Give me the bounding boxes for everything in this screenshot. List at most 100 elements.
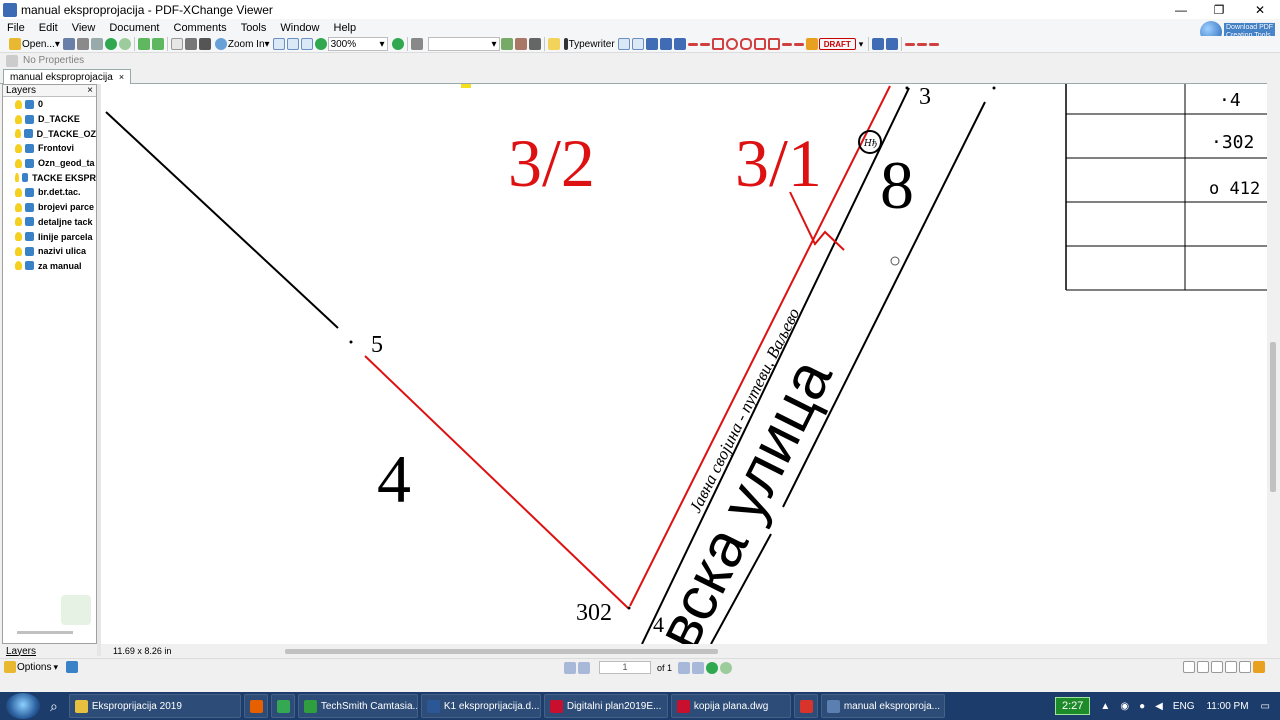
layers-scrollbar[interactable] [17, 631, 73, 634]
menu-window[interactable]: Window [273, 22, 326, 34]
tab-close-icon[interactable]: × [119, 72, 124, 82]
menu-edit[interactable]: Edit [32, 22, 65, 34]
continuous-icon[interactable] [1197, 661, 1209, 673]
rotate-right-icon[interactable] [151, 38, 164, 50]
customize-icon[interactable] [1253, 661, 1265, 673]
lightbulb-icon[interactable] [15, 114, 22, 124]
network-icon[interactable]: ◉ [1120, 701, 1129, 712]
options-button[interactable]: Options [17, 662, 51, 673]
lightbulb-icon[interactable] [15, 143, 22, 153]
zoom-select[interactable]: 300% ▾ [327, 37, 388, 51]
find-next-icon[interactable] [500, 38, 513, 50]
hand-tool-icon[interactable] [170, 38, 183, 50]
eraser-tool-icon[interactable] [793, 42, 804, 46]
note-icon[interactable] [547, 38, 560, 50]
textbox-icon[interactable] [617, 38, 630, 50]
layer-item[interactable]: brojevi parce [3, 200, 96, 215]
horizontal-scroll-thumb[interactable] [285, 649, 718, 654]
previous-page-icon[interactable] [578, 661, 590, 674]
nav-back-icon[interactable] [706, 661, 719, 674]
notifications-icon[interactable]: ▭ [1261, 701, 1270, 712]
rotate-left-icon[interactable] [137, 38, 150, 50]
taskbar-item[interactable] [270, 694, 295, 718]
polyline-tool-icon[interactable] [767, 38, 780, 50]
layer-item[interactable]: D_TACKE_OZ [3, 126, 96, 141]
lightbulb-icon[interactable] [15, 187, 22, 197]
zoom-in-button[interactable]: Zoom In ▾ [212, 36, 272, 52]
lightbulb-icon[interactable] [15, 261, 22, 271]
chevron-down-icon[interactable]: ▾ [53, 662, 58, 673]
document-canvas[interactable]: ·4 ·302 ο 412 Нђ 3/2 3/1 4 8 5 302 4 3 Ј… [101, 84, 1267, 644]
distance-icon[interactable] [905, 42, 916, 46]
microphone-icon[interactable]: ● [1139, 701, 1145, 712]
vertical-scrollbar[interactable] [1267, 70, 1280, 658]
lightbulb-icon[interactable] [15, 173, 20, 183]
taskbar-item[interactable]: K1 eksproprijacija.d... [420, 694, 541, 718]
clock[interactable]: 11:00 PM [1206, 701, 1248, 712]
page-number-input[interactable]: 1 [599, 661, 651, 674]
perimeter-icon[interactable] [917, 42, 928, 46]
layer-item[interactable]: linije parcela [3, 229, 96, 244]
close-button[interactable]: ✕ [1240, 0, 1280, 19]
rectangle-tool-icon[interactable] [711, 38, 724, 50]
taskbar-item[interactable]: TechSmith Camtasia... [297, 694, 418, 718]
menu-document[interactable]: Document [102, 22, 166, 34]
search-icon[interactable]: ⌕ [50, 698, 58, 715]
single-page-icon[interactable] [1183, 661, 1195, 673]
forward-icon[interactable] [118, 38, 131, 50]
stamp-tool-icon[interactable] [528, 38, 541, 50]
continuous-facing-icon[interactable] [1225, 661, 1237, 673]
text-format-3-icon[interactable] [673, 38, 686, 50]
menu-view[interactable]: View [65, 22, 103, 34]
open-button[interactable]: Open... ▾ [6, 36, 62, 52]
menu-file[interactable]: File [0, 22, 32, 34]
first-page-icon[interactable] [564, 661, 576, 674]
zoom-plus-icon[interactable] [391, 38, 404, 50]
lightbulb-icon[interactable] [15, 129, 22, 139]
layers-tab[interactable]: Layers [2, 645, 97, 657]
lightbulb-icon[interactable] [15, 246, 22, 256]
maximize-button[interactable]: ❐ [1199, 0, 1239, 19]
taskbar-item[interactable]: Digitalni plan2019E... [543, 694, 668, 718]
arrow-tool-icon[interactable] [687, 42, 698, 46]
layers-close-icon[interactable]: × [87, 85, 93, 96]
taskbar-item[interactable] [793, 694, 818, 718]
highlighter-icon[interactable] [805, 38, 818, 50]
next-page-icon[interactable] [678, 661, 691, 674]
ellipse-tool-icon[interactable] [725, 38, 738, 50]
layer-item[interactable]: D_TACKE [3, 112, 96, 127]
language-indicator[interactable]: ENG [1173, 701, 1195, 712]
taskbar-item[interactable]: manual eksproproja... [820, 694, 945, 718]
menu-tools[interactable]: Tools [234, 22, 274, 34]
email-icon[interactable] [90, 38, 103, 50]
measure-icon[interactable] [872, 38, 885, 50]
layer-item[interactable]: TACKE EKSPR [3, 170, 96, 185]
facing-icon[interactable] [1211, 661, 1223, 673]
select-text-icon[interactable] [198, 38, 211, 50]
search-icon[interactable] [410, 38, 423, 50]
find-input[interactable]: ▾ [427, 37, 500, 51]
layer-item[interactable]: 0 [3, 97, 96, 112]
menu-help[interactable]: Help [327, 22, 364, 34]
save-icon[interactable] [62, 38, 75, 50]
layer-item[interactable]: nazivi ulica [3, 244, 96, 259]
lightbulb-icon[interactable] [15, 158, 22, 168]
show-hidden-icons-icon[interactable]: ▲ [1100, 701, 1110, 712]
taskbar-item[interactable]: Eksproprijacija 2019 [68, 694, 241, 718]
layer-item[interactable]: Ozn_geod_ta [3, 156, 96, 171]
taskbar-item[interactable] [243, 694, 268, 718]
layers-settings-icon[interactable] [66, 661, 78, 673]
menu-comments[interactable]: Comments [167, 22, 234, 34]
layer-item[interactable]: detaljne tack [3, 215, 96, 230]
draft-stamp-button[interactable]: DRAFT [818, 38, 856, 50]
volume-icon[interactable]: ◀ [1155, 701, 1163, 712]
fit-width-icon[interactable] [300, 38, 313, 50]
layer-item[interactable]: za manual [3, 259, 96, 274]
lightbulb-icon[interactable] [15, 202, 22, 212]
typewriter-button[interactable]: Typewriter [561, 36, 617, 52]
lightbulb-icon[interactable] [15, 99, 22, 109]
chevron-down-icon[interactable]: ▾ [859, 39, 864, 50]
print-icon[interactable] [76, 38, 89, 50]
snapshot-icon[interactable] [184, 38, 197, 50]
text-format-2-icon[interactable] [659, 38, 672, 50]
